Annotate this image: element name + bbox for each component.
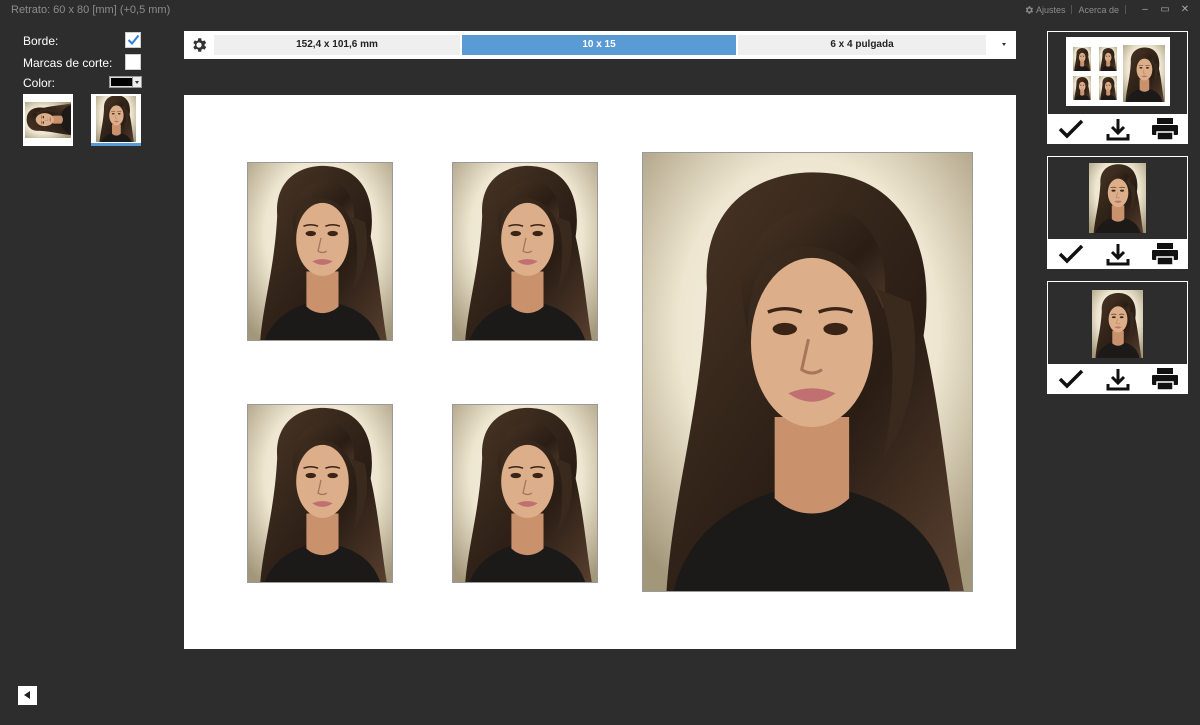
paper-size-option-selected[interactable]: 10 x 15 bbox=[462, 35, 736, 55]
checkmark-icon[interactable] bbox=[1056, 241, 1086, 267]
preset-preview bbox=[1048, 32, 1187, 114]
color-picker[interactable] bbox=[109, 76, 142, 88]
color-swatch bbox=[111, 78, 132, 86]
single-photo-preview-icon bbox=[1048, 157, 1187, 239]
preset-preview bbox=[1048, 157, 1187, 239]
separator bbox=[1125, 5, 1126, 14]
paper-size-bar: 152,4 x 101,6 mm 10 x 15 6 x 4 pulgada bbox=[184, 31, 1016, 59]
single-photo-preview-icon bbox=[1048, 282, 1187, 364]
print-icon[interactable] bbox=[1150, 241, 1180, 267]
download-icon[interactable] bbox=[1103, 116, 1133, 142]
orientation-portrait-thumb[interactable] bbox=[91, 94, 141, 146]
gear-icon[interactable] bbox=[190, 36, 208, 54]
checkmark-icon[interactable] bbox=[1056, 116, 1086, 142]
download-icon[interactable] bbox=[1103, 366, 1133, 392]
print-icon[interactable] bbox=[1150, 116, 1180, 142]
border-checkbox[interactable] bbox=[125, 32, 141, 48]
close-button[interactable]: ✕ bbox=[1178, 4, 1192, 15]
preset-single-photo-small[interactable] bbox=[1047, 281, 1188, 394]
orientation-landscape-thumb[interactable] bbox=[23, 94, 73, 146]
color-label: Color: bbox=[23, 76, 56, 90]
passport-photo bbox=[247, 162, 393, 341]
cut-marks-checkbox[interactable] bbox=[125, 54, 141, 70]
settings-gear-icon[interactable] bbox=[1024, 5, 1034, 15]
preset-single-photo[interactable] bbox=[1047, 156, 1188, 269]
passport-photo bbox=[247, 404, 393, 583]
checkmark-icon[interactable] bbox=[1056, 366, 1086, 392]
download-icon[interactable] bbox=[1103, 241, 1133, 267]
portrait-photo-icon bbox=[91, 94, 141, 143]
about-link[interactable]: Acerca de bbox=[1078, 5, 1119, 15]
minimize-button[interactable]: – bbox=[1138, 4, 1152, 15]
portrait-photo-icon bbox=[25, 102, 71, 138]
preset-actions bbox=[1047, 114, 1188, 144]
passport-photo bbox=[452, 162, 598, 341]
settings-link[interactable]: Ajustes bbox=[1036, 5, 1066, 15]
sheet-preview-icon bbox=[1066, 37, 1170, 106]
separator bbox=[1071, 5, 1073, 14]
print-icon[interactable] bbox=[1150, 366, 1180, 392]
checkmark-icon bbox=[127, 34, 140, 45]
paper-size-option[interactable]: 6 x 4 pulgada bbox=[738, 35, 986, 55]
title-bar: Retrato: 60 x 80 [mm] (+0,5 mm) Ajustes … bbox=[0, 0, 1200, 22]
paper-size-option[interactable]: 152,4 x 101,6 mm bbox=[214, 35, 460, 55]
large-portrait-photo bbox=[642, 152, 973, 592]
chevron-down-icon bbox=[132, 77, 141, 87]
border-label: Borde: bbox=[23, 34, 59, 48]
preset-preview bbox=[1048, 282, 1187, 364]
passport-photo bbox=[452, 404, 598, 583]
window-controls: Ajustes Acerca de – ▭ ✕ bbox=[1024, 4, 1192, 15]
preset-actions bbox=[1047, 239, 1188, 269]
cut-marks-label: Marcas de corte: bbox=[23, 56, 113, 70]
chevron-down-icon[interactable] bbox=[1002, 43, 1006, 46]
maximize-button[interactable]: ▭ bbox=[1158, 4, 1172, 15]
print-sheet-preview bbox=[184, 95, 1016, 649]
window-title: Retrato: 60 x 80 [mm] (+0,5 mm) bbox=[11, 4, 171, 16]
preset-actions bbox=[1047, 364, 1188, 394]
collapse-panel-button[interactable] bbox=[18, 686, 37, 705]
preset-sheet-layout[interactable] bbox=[1047, 31, 1188, 144]
